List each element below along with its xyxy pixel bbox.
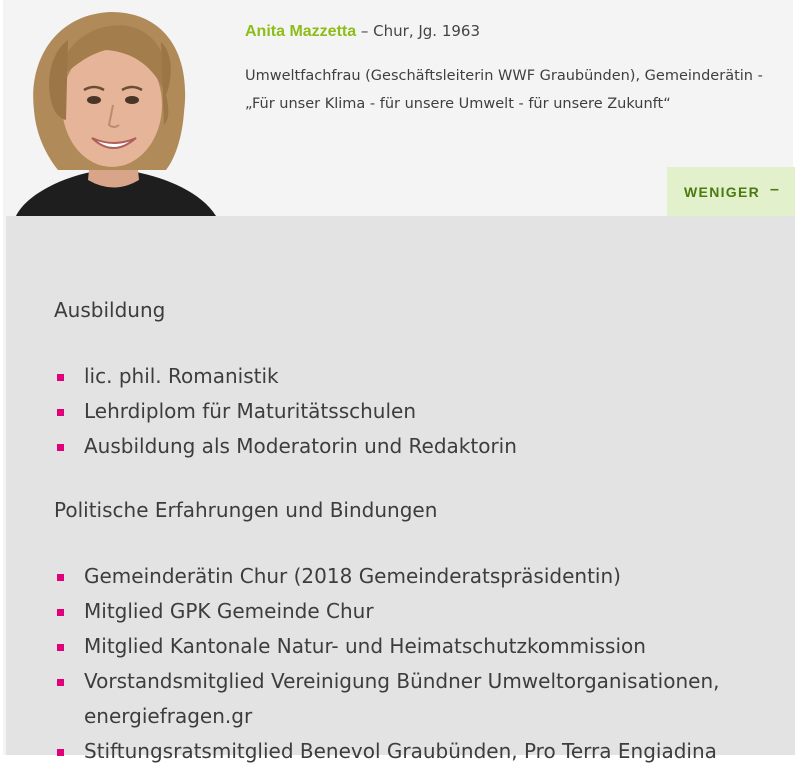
candidate-description: Umweltfachfrau (Geschäftsleiterin WWF Gr… xyxy=(245,68,763,112)
portrait-image xyxy=(6,0,221,216)
list-item: lic. phil. Romanistik xyxy=(54,359,754,394)
candidate-meta: – Chur, Jg. 1963 xyxy=(356,22,481,40)
minus-icon: – xyxy=(770,180,779,198)
bullet-icon xyxy=(57,644,64,651)
section-title-politics: Politische Erfahrungen und Bindungen xyxy=(54,498,438,522)
section-title-education: Ausbildung xyxy=(54,298,166,322)
show-less-button[interactable]: WENIGER – xyxy=(667,167,795,216)
candidate-name: Anita Mazzetta xyxy=(245,23,357,40)
candidate-photo xyxy=(6,0,221,216)
list-item: Gemeinderätin Chur (2018 Gemeinderatsprä… xyxy=(54,559,754,594)
list-item: Mitglied Kantonale Natur- und Heimatschu… xyxy=(54,629,754,664)
politics-list: Gemeinderätin Chur (2018 Gemeinderatsprä… xyxy=(54,559,754,769)
list-item: Stiftungsratsmitglied Benevol Graubünden… xyxy=(54,734,754,769)
show-less-label: WENIGER xyxy=(684,183,761,200)
candidate-card: Anita Mazzetta – Chur, Jg. 1963 Umweltfa… xyxy=(3,0,795,763)
bullet-icon xyxy=(57,444,64,451)
bullet-icon xyxy=(57,679,64,686)
candidate-name-line: Anita Mazzetta – Chur, Jg. 1963 xyxy=(245,22,480,41)
bullet-icon xyxy=(57,409,64,416)
list-item: Mitglied GPK Gemeinde Chur xyxy=(54,594,754,629)
list-item: Ausbildung als Moderatorin und Redaktori… xyxy=(54,429,754,464)
bullet-icon xyxy=(57,574,64,581)
education-list: lic. phil. Romanistik Lehrdiplom für Mat… xyxy=(54,359,754,464)
list-item: Lehrdiplom für Maturitätsschulen xyxy=(54,394,754,429)
bullet-icon xyxy=(57,374,64,381)
list-item: Vorstandsmitglied Vereinigung Bündner Um… xyxy=(54,664,754,734)
details-panel: Ausbildung lic. phil. Romanistik Lehrdip… xyxy=(6,216,795,763)
candidate-header: Anita Mazzetta – Chur, Jg. 1963 Umweltfa… xyxy=(3,0,795,216)
bullet-icon xyxy=(57,609,64,616)
